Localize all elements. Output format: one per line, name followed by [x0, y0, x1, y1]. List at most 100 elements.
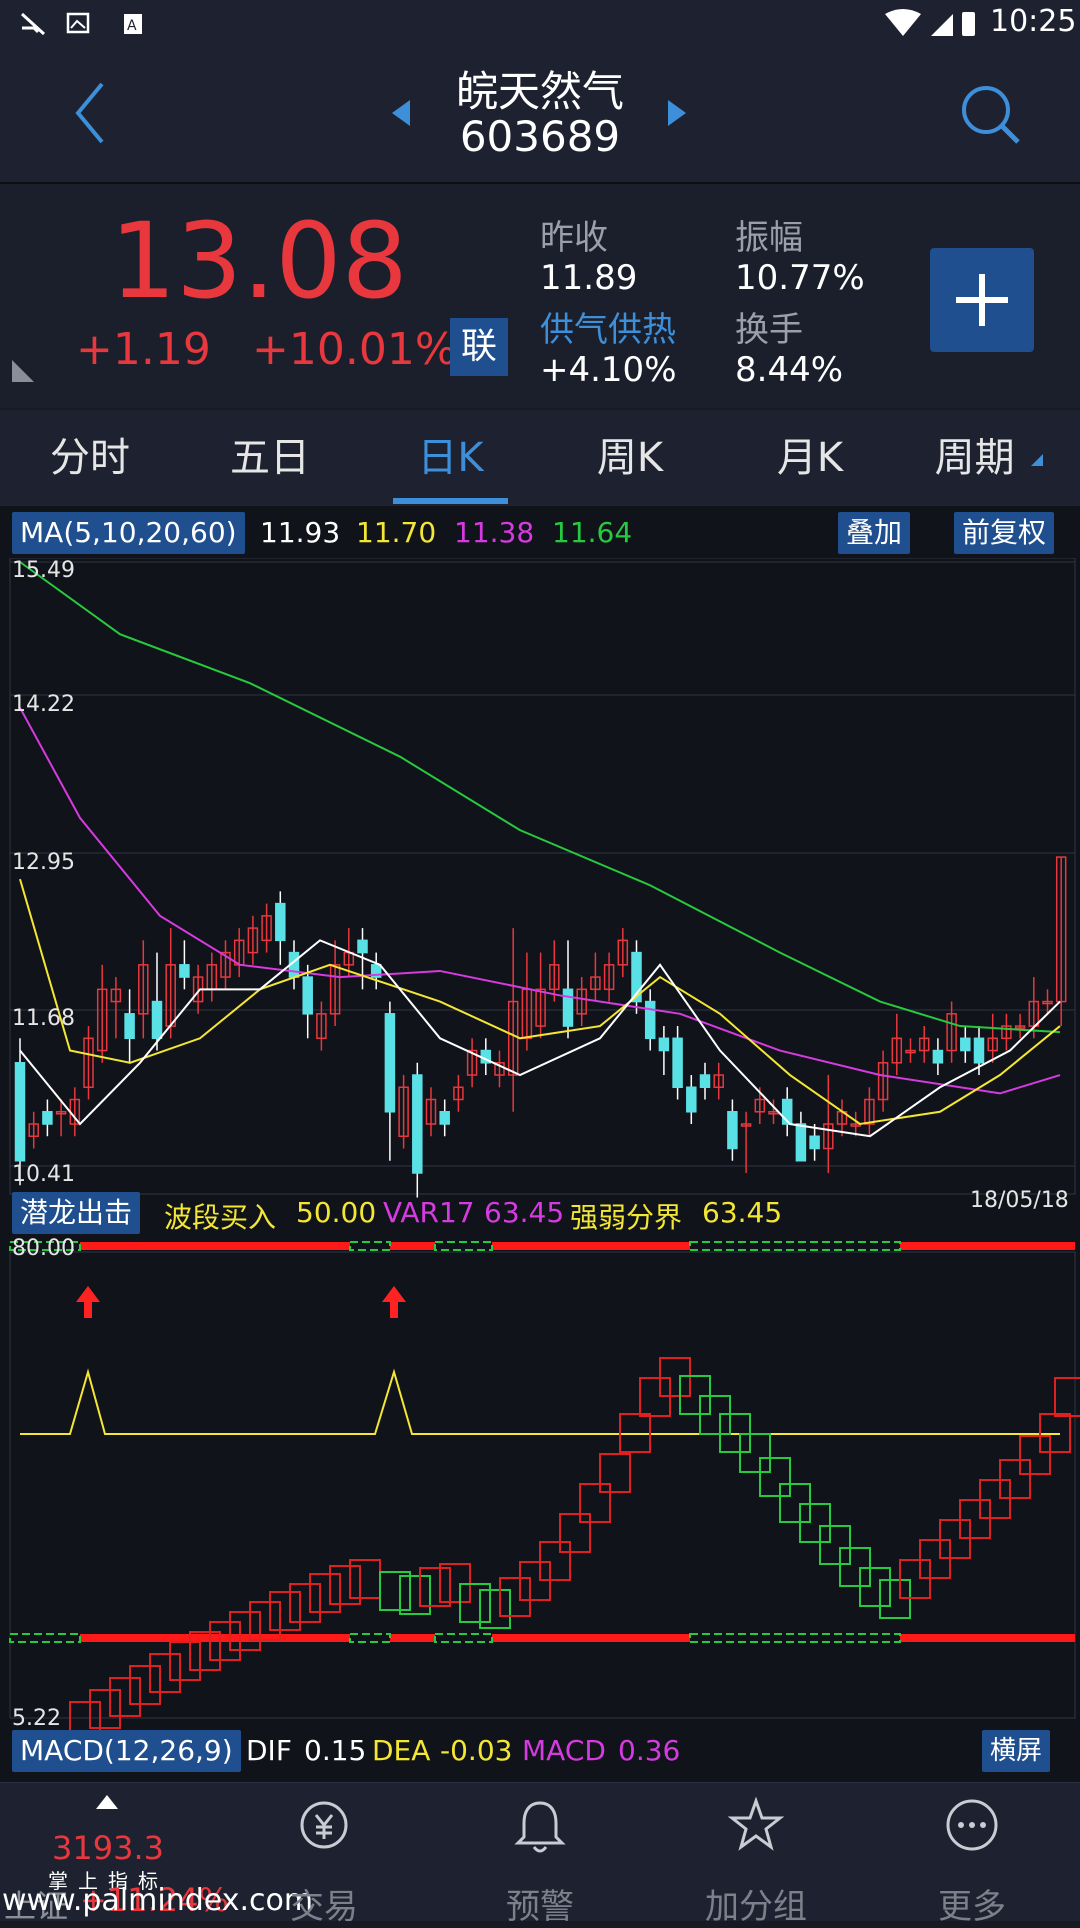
y-tick-4: 11.68 — [12, 1006, 75, 1031]
bottom-band-green — [349, 1633, 391, 1643]
bottom-band-green — [434, 1633, 493, 1643]
price-change: +1.19 — [76, 324, 211, 375]
search-icon[interactable] — [958, 82, 1022, 146]
candle-body — [14, 1062, 26, 1162]
candle-body — [412, 1074, 423, 1174]
index-ticker[interactable]: 3193.3 掌上指标 上证 +11.24% www.palmindex.com — [0, 1783, 313, 1925]
turnover-label: 换手 — [735, 310, 803, 350]
amplitude-value: 10.77% — [735, 258, 865, 298]
candle-body — [357, 939, 368, 954]
notification-icons: A — [20, 12, 142, 36]
indicator-box — [399, 1575, 431, 1615]
macd-value: 0.36 — [618, 1734, 681, 1767]
indicator-box — [269, 1591, 301, 1631]
indicator-chart[interactable] — [0, 1238, 1080, 1734]
top-band-green — [689, 1241, 901, 1251]
candle-body — [672, 1037, 683, 1089]
sector-value: +4.10% — [540, 350, 677, 390]
tab-monthly-k[interactable]: 月K — [740, 410, 880, 506]
period-dropdown-icon — [1031, 454, 1044, 466]
candle-body — [275, 902, 286, 942]
indicator-box — [89, 1689, 121, 1729]
sub-axis-bottom: 5.22 — [12, 1706, 61, 1731]
candle-body — [795, 1123, 807, 1162]
y-tick-bottom: 10.41 — [12, 1162, 75, 1187]
nav-more-label: 更多 — [938, 1887, 1006, 1927]
indicator-box — [759, 1457, 791, 1497]
nav-more[interactable]: 更多 — [902, 1783, 1042, 1927]
landscape-button[interactable]: 横屏 — [982, 1730, 1051, 1772]
ma-indicator-label[interactable]: MA(5,10,20,60) — [12, 512, 245, 554]
expand-up-icon — [96, 1795, 118, 1809]
bottom-band-green — [689, 1633, 901, 1643]
indicator-box — [229, 1611, 261, 1651]
indicator-box — [129, 1665, 161, 1705]
add-watchlist-button[interactable] — [930, 248, 1034, 352]
var17-label: VAR17 — [383, 1196, 475, 1229]
y-tick-2: 14.22 — [12, 692, 75, 717]
indicator-box — [169, 1641, 201, 1681]
candle-body — [699, 1074, 711, 1089]
tab-daily-k[interactable]: 日K — [393, 410, 508, 506]
wave-buy-line — [20, 1368, 1060, 1435]
bottom-band-green — [9, 1633, 81, 1643]
nav-alert[interactable]: 预警 — [470, 1783, 610, 1927]
var17-value: 63.45 — [484, 1196, 565, 1229]
nav-trade[interactable]: 交易 — [254, 1783, 394, 1927]
link-badge[interactable]: 联 — [450, 318, 508, 376]
candle-body — [644, 1000, 656, 1040]
prev-stock-icon[interactable] — [390, 98, 414, 128]
sector-label[interactable]: 供气供热 — [540, 302, 676, 351]
candle-body — [960, 1037, 971, 1052]
indicator-box — [499, 1577, 531, 1617]
candle-body — [124, 1013, 135, 1040]
candle-body — [686, 1086, 697, 1113]
indicator-box — [1054, 1377, 1080, 1417]
svg-text:A: A — [127, 18, 137, 34]
indicator-box — [149, 1653, 181, 1693]
macd-indicator-label[interactable]: MACD(12,26,9) — [12, 1730, 241, 1772]
tab-period[interactable]: 周期 — [920, 410, 1060, 506]
y-tick-top: 15.49 — [12, 558, 75, 583]
quote-panel: 13.08 +1.19 +10.01% 联 昨收 11.89 供气供热 +4.1… — [0, 184, 1080, 408]
candle-body — [727, 1111, 738, 1150]
tab-five-day[interactable]: 五日 — [200, 410, 340, 506]
strength-value: 63.45 — [702, 1196, 783, 1229]
top-band-green — [434, 1241, 493, 1251]
nav-add-group[interactable]: 加分组 — [686, 1783, 826, 1927]
ma60-value: 11.64 — [552, 516, 633, 549]
adjust-button[interactable]: 前复权 — [954, 512, 1055, 554]
next-stock-icon[interactable] — [664, 98, 688, 128]
tab-weekly-k[interactable]: 周K — [560, 410, 700, 506]
tab-intraday[interactable]: 分时 — [20, 410, 160, 506]
indicator-box — [289, 1583, 321, 1623]
candle-body — [179, 964, 190, 978]
stock-name: 皖天然气 — [455, 67, 624, 116]
nav-trade-label: 交易 — [290, 1887, 358, 1927]
chart-date: 18/05/18 — [970, 1188, 1069, 1213]
bottom-nav: 3193.3 掌上指标 上证 +11.24% www.palmindex.com… — [0, 1782, 1080, 1927]
candlestick-chart[interactable] — [0, 558, 1080, 1198]
nav-alert-label: 预警 — [506, 1887, 574, 1927]
back-icon[interactable] — [70, 78, 110, 148]
status-time: 10:25 — [990, 4, 1077, 39]
star-icon — [728, 1797, 784, 1851]
candle-body — [562, 988, 574, 1027]
indicator-box — [309, 1573, 341, 1613]
overlay-button[interactable]: 叠加 — [838, 512, 911, 554]
sub-indicator-label[interactable]: 潜龙出击 — [12, 1192, 141, 1234]
bell-icon — [514, 1801, 566, 1853]
prev-close-value: 11.89 — [540, 258, 638, 298]
last-price: 13.08 — [110, 200, 408, 322]
indicator-box — [109, 1677, 141, 1717]
more-icon — [946, 1799, 998, 1851]
candle-body — [42, 1111, 53, 1125]
indicator-box — [559, 1513, 591, 1553]
candle-body — [973, 1037, 985, 1064]
candle-body — [151, 1000, 163, 1040]
indicator-box — [579, 1483, 611, 1523]
prev-close-label: 昨收 — [540, 218, 608, 258]
index-value: 3193.3 — [52, 1829, 164, 1867]
candle-body — [384, 1013, 396, 1113]
ma20-value: 11.38 — [454, 516, 535, 549]
